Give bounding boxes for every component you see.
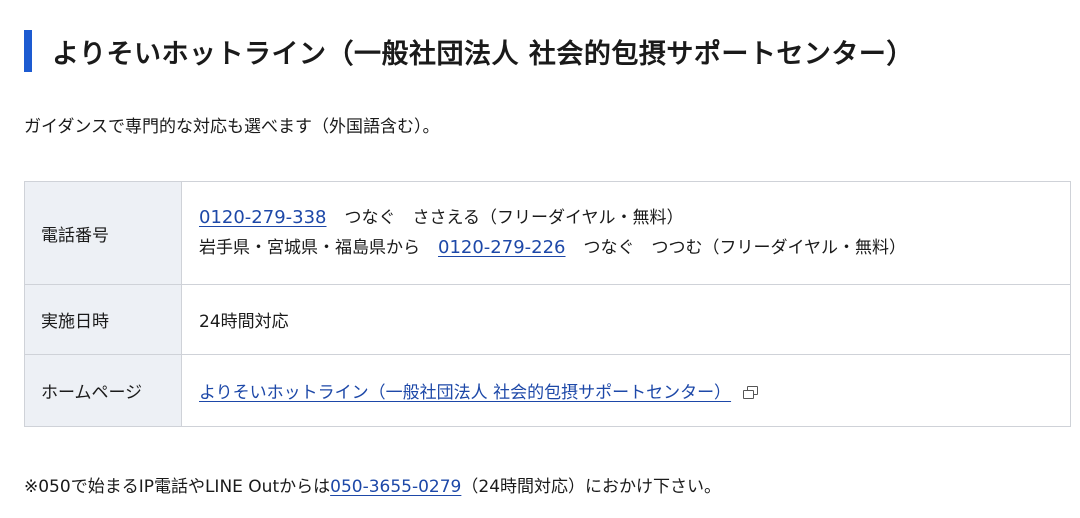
homepage-link[interactable]: よりそいホットライン（一般社団法人 社会的包摂サポートセンター） [199,383,731,403]
intro-text: ガイダンスで専門的な対応も選べます（外国語含む）。 [24,117,440,137]
phone-line-2-desc: つなぐ つつむ（フリーダイヤル・無料） [583,238,907,258]
phone-line-2-prefix: 岩手県・宮城県・福島県から [199,238,420,258]
hours-label: 実施日時 [24,284,182,355]
phone-link-tohoku[interactable]: 0120-279-226 [438,237,566,258]
note-prefix: ※050で始まるIP電話やLINE Outからは [24,477,331,497]
homepage-cell: よりそいホットライン（一般社団法人 社会的包摂サポートセンター） [181,354,1071,427]
ip-phone-link[interactable]: 050-3655-0279 [330,477,461,497]
phone-line-1-desc: つなぐ ささえる（フリーダイヤル・無料） [344,208,684,228]
heading-title: よりそいホットライン（一般社団法人 社会的包摂サポートセンター） [52,38,914,70]
phone-link-main[interactable]: 0120-279-338 [199,207,327,228]
table-row-phone: 電話番号 0120-279-338 つなぐ ささえる（フリーダイヤル・無料） 岩手… [24,181,1071,285]
section-heading: よりそいホットライン（一般社団法人 社会的包摂サポートセンター） [24,30,914,72]
external-link-icon[interactable] [743,386,759,399]
table-row-hours: 実施日時 24時間対応 [24,284,1071,355]
table-row-homepage: ホームページ よりそいホットライン（一般社団法人 社会的包摂サポートセンター） [24,354,1071,427]
page: よりそいホットライン（一般社団法人 社会的包摂サポートセンター） ガイダンスで専… [0,0,1080,518]
hours-value: 24時間対応 [181,284,1071,355]
ip-phone-note: ※050で始まるIP電話やLINE Outからは050-3655-0279（24… [24,472,721,497]
phone-label: 電話番号 [24,181,182,285]
homepage-label: ホームページ [24,354,182,427]
info-table: 電話番号 0120-279-338 つなぐ ささえる（フリーダイヤル・無料） 岩手… [24,181,1071,427]
phone-cell: 0120-279-338 つなぐ ささえる（フリーダイヤル・無料） 岩手県・宮城県… [181,181,1071,285]
phone-line-2: 岩手県・宮城県・福島県から 0120-279-226 つなぐ つつむ（フリーダイヤル… [199,233,1070,263]
note-suffix: （24時間対応）におかけ下さい。 [461,477,722,497]
heading-accent-bar [24,30,32,72]
phone-line-1: 0120-279-338 つなぐ ささえる（フリーダイヤル・無料） [199,203,1070,233]
